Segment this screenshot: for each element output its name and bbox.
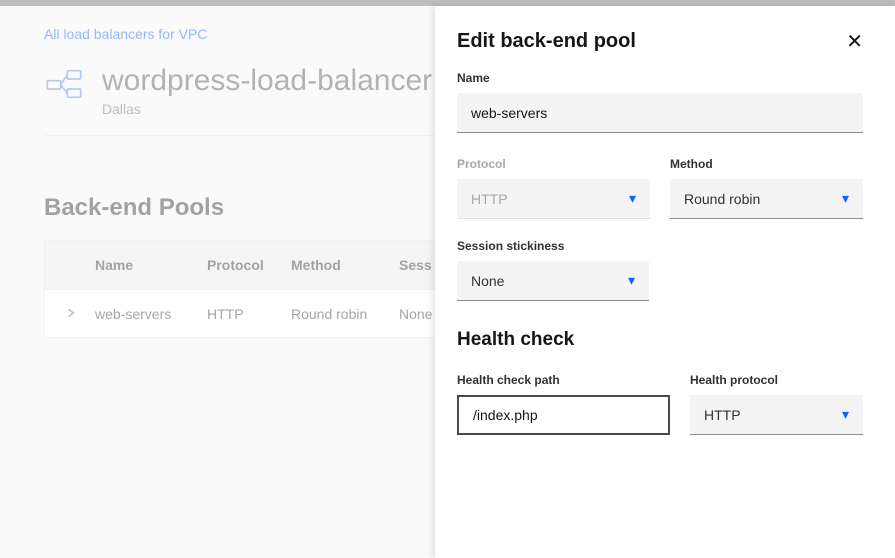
health-protocol-select[interactable]: HTTP ▾ (690, 395, 863, 435)
panel-title: Edit back-end pool (457, 30, 636, 53)
chevron-down-icon: ▾ (842, 190, 849, 207)
edit-pool-panel: Edit back-end pool ✕ Name Protocol HTTP … (435, 6, 895, 558)
health-protocol-label: Health protocol (690, 373, 863, 387)
stickiness-label: Session stickiness (457, 239, 863, 253)
protocol-select: HTTP ▾ (457, 179, 650, 219)
stickiness-value: None (471, 273, 504, 289)
chevron-right-icon[interactable] (65, 306, 77, 322)
method-value: Round robin (684, 191, 760, 207)
col-header-protocol: Protocol (207, 257, 291, 273)
region-label: Dallas (102, 101, 432, 117)
name-label: Name (457, 71, 863, 85)
name-input[interactable] (457, 93, 863, 133)
close-icon[interactable]: ✕ (846, 32, 863, 52)
protocol-label: Protocol (457, 157, 650, 171)
protocol-value: HTTP (471, 191, 508, 207)
stickiness-select[interactable]: None ▾ (457, 261, 649, 301)
page-title: wordpress-load-balancer (102, 64, 432, 97)
chevron-down-icon: ▾ (628, 272, 635, 289)
health-path-input[interactable] (457, 395, 670, 435)
chevron-down-icon: ▾ (629, 190, 636, 207)
health-protocol-value: HTTP (704, 407, 741, 423)
page-title-block: wordpress-load-balancer Dallas (102, 64, 432, 117)
cell-method: Round robin (291, 306, 399, 322)
col-header-method: Method (291, 257, 399, 273)
method-select[interactable]: Round robin ▾ (670, 179, 863, 219)
method-label: Method (670, 157, 863, 171)
col-header-name: Name (95, 257, 207, 273)
cell-protocol: HTTP (207, 306, 291, 322)
chevron-down-icon: ▾ (842, 406, 849, 423)
health-path-label: Health check path (457, 373, 670, 387)
health-check-heading: Health check (457, 329, 863, 351)
cell-name: web-servers (95, 306, 207, 322)
load-balancer-icon (44, 64, 84, 109)
